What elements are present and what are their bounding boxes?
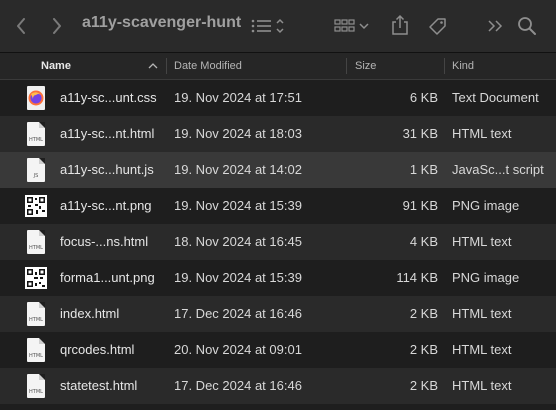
window-title: a11y-scavenger-hunt — [82, 14, 242, 31]
file-size: 2 KB — [409, 306, 438, 321]
file-kind: PNG image — [452, 198, 520, 213]
html-file-icon: HTML — [24, 338, 48, 362]
column-header: Name Date Modified Size Kind — [0, 53, 556, 80]
column-kind[interactable]: Kind — [452, 53, 474, 79]
qr-image-icon — [24, 194, 48, 218]
list-view-button[interactable] — [248, 14, 290, 38]
file-size: 114 KB — [396, 270, 438, 285]
chevron-right-icon — [53, 18, 61, 34]
column-name[interactable]: Name — [41, 53, 71, 79]
file-date: 19. Nov 2024 at 17:51 — [174, 90, 302, 105]
finder-window: a11y-scavenger-hunt Name Date Modified S… — [0, 0, 556, 410]
file-list: a11y-sc...unt.css 19. Nov 2024 at 17:51 … — [0, 80, 556, 404]
file-size: 6 KB — [409, 90, 438, 105]
file-row[interactable]: JS a11y-sc...hunt.js 19. Nov 2024 at 14:… — [0, 152, 556, 188]
file-size: 91 KB — [402, 198, 438, 213]
share-icon — [392, 14, 408, 35]
js-file-icon: JS — [24, 158, 48, 182]
group-button[interactable] — [332, 14, 372, 38]
file-kind: HTML text — [452, 306, 512, 321]
forward-button[interactable] — [46, 16, 68, 36]
file-row[interactable]: HTML a11y-sc...nt.html 19. Nov 2024 at 1… — [0, 116, 556, 152]
file-kind: HTML text — [452, 378, 512, 393]
firefox-icon — [24, 86, 48, 110]
file-date: 17. Dec 2024 at 16:46 — [174, 378, 302, 393]
file-size: 31 KB — [402, 126, 438, 141]
qr-image-icon — [24, 266, 48, 290]
sort-ascending-icon[interactable] — [148, 62, 158, 70]
html-file-icon: HTML — [24, 302, 48, 326]
file-name: a11y-sc...nt.html — [60, 126, 155, 141]
file-row[interactable]: a11y-sc...unt.css 19. Nov 2024 at 17:51 … — [0, 80, 556, 116]
file-date: 20. Nov 2024 at 09:01 — [174, 342, 302, 357]
file-icon-label: HTML — [29, 137, 43, 143]
file-kind: PNG image — [452, 270, 520, 285]
file-size: 1 KB — [409, 162, 438, 177]
tag-icon — [429, 18, 446, 35]
file-date: 17. Dec 2024 at 16:46 — [174, 306, 302, 321]
file-icon-label: HTML — [29, 317, 43, 323]
file-kind: JavaSc...t script — [452, 162, 544, 177]
list-view-icon — [251, 18, 284, 34]
file-size: 2 KB — [409, 378, 438, 393]
column-size[interactable]: Size — [355, 53, 376, 79]
file-date: 19. Nov 2024 at 18:03 — [174, 126, 302, 141]
column-separator[interactable] — [166, 58, 167, 74]
file-name: forma1...unt.png — [60, 270, 155, 285]
file-icon-label: HTML — [29, 245, 43, 251]
file-icon-label: HTML — [29, 389, 43, 395]
file-size: 4 KB — [409, 234, 438, 249]
file-name: a11y-sc...hunt.js — [60, 162, 154, 177]
file-kind: HTML text — [452, 234, 512, 249]
file-kind: HTML text — [452, 342, 512, 357]
more-button[interactable] — [484, 16, 506, 36]
file-icon-label: JS — [33, 173, 39, 179]
file-row[interactable]: HTML statetest.html 17. Dec 2024 at 16:4… — [0, 368, 556, 404]
column-date-modified[interactable]: Date Modified — [174, 53, 242, 79]
file-name: focus-...ns.html — [60, 234, 149, 249]
file-name: a11y-sc...unt.css — [60, 90, 157, 105]
share-button[interactable] — [388, 12, 412, 38]
grid-icon — [334, 19, 369, 32]
file-icon-label: HTML — [29, 353, 43, 359]
file-row[interactable]: HTML index.html 17. Dec 2024 at 16:46 2 … — [0, 296, 556, 332]
column-separator[interactable] — [346, 58, 347, 74]
double-chevron-right-icon — [488, 20, 503, 32]
file-name: qrcodes.html — [60, 342, 135, 357]
file-kind: Text Document — [452, 90, 539, 105]
file-row[interactable]: HTML focus-...ns.html 18. Nov 2024 at 16… — [0, 224, 556, 260]
file-date: 19. Nov 2024 at 15:39 — [174, 270, 302, 285]
chevron-left-icon — [17, 18, 25, 34]
html-file-icon: HTML — [24, 374, 48, 398]
search-button[interactable] — [514, 14, 540, 38]
file-date: 18. Nov 2024 at 16:45 — [174, 234, 302, 249]
file-size: 2 KB — [409, 342, 438, 357]
file-name: index.html — [60, 306, 120, 321]
search-icon — [518, 17, 536, 35]
file-row[interactable]: forma1...unt.png 19. Nov 2024 at 15:39 1… — [0, 260, 556, 296]
file-name: a11y-sc...nt.png — [60, 198, 152, 213]
back-button[interactable] — [10, 16, 32, 36]
file-name: statetest.html — [60, 378, 138, 393]
file-kind: HTML text — [452, 126, 512, 141]
tag-button[interactable] — [426, 14, 450, 38]
html-file-icon: HTML — [24, 230, 48, 254]
toolbar: a11y-scavenger-hunt — [0, 0, 556, 53]
file-row[interactable]: a11y-sc...nt.png 19. Nov 2024 at 15:39 9… — [0, 188, 556, 224]
column-separator[interactable] — [444, 58, 445, 74]
file-row[interactable]: HTML qrcodes.html 20. Nov 2024 at 09:01 … — [0, 332, 556, 368]
html-file-icon: HTML — [24, 122, 48, 146]
file-date: 19. Nov 2024 at 14:02 — [174, 162, 302, 177]
file-date: 19. Nov 2024 at 15:39 — [174, 198, 302, 213]
